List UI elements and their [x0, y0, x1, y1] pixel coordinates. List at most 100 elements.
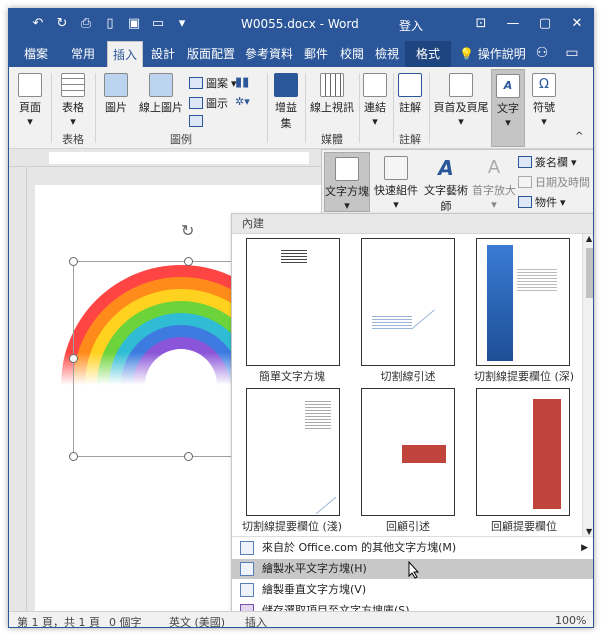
status-bar: 第 1 頁，共 1 頁 0 個字 英文 (美國) 插入 100% — [9, 611, 593, 627]
addins-button[interactable]: 增益集 — [271, 73, 301, 131]
resize-handle[interactable] — [69, 257, 78, 266]
picture-icon — [104, 73, 128, 97]
tab-home[interactable]: 常用 — [61, 41, 105, 67]
symbols-button[interactable]: Ω 符號 ▾ — [529, 73, 559, 128]
textbox-gallery: 內建 簡單文字方塊 切割線引述 切割線提要欄位 (深) 切割線提要欄位 (淺) … — [231, 213, 593, 627]
insert-mode[interactable]: 插入 — [245, 614, 267, 627]
tab-layout[interactable]: 版面配置 — [183, 41, 239, 67]
pages-button[interactable]: 頁面 ▾ — [15, 73, 45, 128]
tab-view[interactable]: 檢視 — [371, 41, 403, 67]
online-video-button[interactable]: 線上視訊 — [307, 73, 357, 115]
wordart-icon: A — [438, 156, 454, 180]
resize-handle[interactable] — [184, 452, 193, 461]
link-button[interactable]: 連結 ▾ — [361, 73, 389, 128]
screenshot-button[interactable] — [189, 115, 203, 127]
customize-qat-icon[interactable]: ▾ — [173, 15, 191, 33]
tab-format[interactable]: 格式 — [405, 41, 451, 67]
gallery-item-retrospect-sidebar[interactable] — [476, 388, 570, 516]
collapse-ribbon-icon[interactable]: ^ — [575, 131, 583, 142]
table-button[interactable]: 表格 ▾ — [57, 73, 89, 128]
textbox-button[interactable]: 文字方塊 ▾ — [324, 152, 370, 212]
vertical-ruler — [9, 167, 27, 611]
gallery-item-simple-textbox[interactable] — [246, 238, 340, 366]
tab-references[interactable]: 參考資料 — [241, 41, 297, 67]
page-count[interactable]: 第 1 頁，共 1 頁 — [17, 614, 100, 627]
gallery-item-sideline-sidebar-light[interactable] — [246, 388, 340, 516]
shapes-icon — [189, 77, 203, 89]
tab-design[interactable]: 設計 — [145, 41, 181, 67]
icons-icon: ✲▾ — [235, 95, 250, 108]
gallery-scrollbar[interactable]: ▲ ▼ — [582, 234, 593, 536]
table-icon — [61, 73, 85, 97]
gallery-item-label: 切割線引述 — [380, 370, 436, 383]
text-group-panel: 文字方塊▾ 快速組件▾ A 文字藝術師▾ A 首字放大▾ 簽名欄▾ 日期及時間 … — [321, 149, 593, 227]
resize-handle[interactable] — [184, 257, 193, 266]
more-textboxes-office-item[interactable]: 來自於 Office.com 的其他文字方塊(M) ▶ — [232, 538, 593, 558]
gallery-item-sideline-sidebar-dark[interactable] — [476, 238, 570, 366]
close-icon[interactable]: ✕ — [561, 9, 593, 39]
rotate-handle-icon[interactable]: ↻ — [181, 221, 194, 240]
user-icon[interactable]: ⚇ — [533, 45, 551, 63]
online-picture-button[interactable]: 線上圖片 — [135, 73, 187, 115]
submenu-arrow-icon: ▶ — [581, 543, 588, 553]
save-icon[interactable]: ▣ — [125, 15, 143, 33]
document-title: W0055.docx - Word — [241, 17, 359, 31]
gallery-item-sideline-quote[interactable] — [361, 238, 455, 366]
picture-button[interactable]: 圖片 — [101, 73, 131, 115]
header-footer-button[interactable]: 頁首及頁尾 ▾ — [433, 73, 489, 128]
scroll-down-icon[interactable]: ▼ — [586, 527, 592, 536]
signature-icon — [518, 156, 532, 168]
smartart-button[interactable]: 圖示 — [189, 95, 228, 111]
signature-line-button[interactable]: 簽名欄 ▾ — [518, 154, 577, 170]
maximize-icon[interactable]: ▢ — [529, 9, 561, 39]
new-document-icon[interactable]: ▯ — [101, 15, 119, 33]
date-time-button[interactable]: 日期及時間 — [518, 174, 590, 190]
resize-handle[interactable] — [69, 354, 78, 363]
redo-icon[interactable]: ↻ — [53, 15, 71, 33]
comments-icon[interactable]: ▭ — [563, 45, 581, 63]
quick-parts-button[interactable]: 快速組件 ▾ — [374, 156, 418, 211]
calendar-icon — [518, 176, 532, 188]
dropcap-button[interactable]: A 首字放大 ▾ — [472, 156, 516, 211]
tab-file[interactable]: 檔案 — [15, 41, 57, 67]
gallery-header: 內建 — [232, 214, 593, 234]
lightbulb-icon: 💡 — [459, 47, 474, 61]
print-preview-icon[interactable]: ⎙ — [77, 15, 95, 33]
gallery-item-retrospect-quote[interactable] — [361, 388, 455, 516]
link-icon — [363, 73, 387, 97]
minimize-icon[interactable]: — — [497, 9, 529, 39]
horizontal-textbox-icon — [240, 562, 254, 576]
scroll-up-icon[interactable]: ▲ — [586, 234, 592, 243]
ribbon-insert: 頁面 ▾ 表格 ▾ 表格 圖片 線上圖片 圖案 ▾ 圖示 ▮▮ ✲▾ 圖例 增益… — [9, 67, 593, 149]
gallery-item-label: 回顧引述 — [386, 520, 430, 533]
online-picture-icon — [149, 73, 173, 97]
undo-icon[interactable]: ↶ — [29, 15, 47, 33]
tell-me-box[interactable]: 💡 操作說明 — [459, 41, 526, 67]
open-icon[interactable]: ▭ — [149, 15, 167, 33]
vertical-textbox-icon — [240, 583, 254, 597]
object-button[interactable]: 物件 ▾ — [518, 194, 566, 210]
zoom-level[interactable]: 100% — [555, 614, 586, 627]
language-indicator[interactable]: 英文 (美國) — [169, 614, 225, 627]
ribbon-display-options-icon[interactable]: ⊡ — [465, 9, 497, 39]
word-count[interactable]: 0 個字 — [109, 614, 142, 627]
draw-vertical-textbox-item[interactable]: 繪製垂直文字方塊(V) — [232, 580, 593, 600]
store-icon — [274, 73, 298, 97]
text-button[interactable]: A 文字 ▾ — [491, 69, 525, 147]
tab-insert[interactable]: 插入 — [107, 41, 143, 67]
sign-in-link[interactable]: 登入 — [399, 17, 423, 34]
resize-handle[interactable] — [69, 452, 78, 461]
tab-mailings[interactable]: 郵件 — [299, 41, 333, 67]
object-icon — [518, 196, 532, 208]
shapes-button[interactable]: 圖案 ▾ — [189, 75, 237, 91]
comments-group-label: 註解 — [399, 133, 421, 146]
tell-me-label: 操作說明 — [477, 47, 526, 61]
icons-button[interactable]: ✲▾ — [235, 95, 250, 108]
chart-button[interactable]: ▮▮ — [235, 75, 249, 90]
omega-icon: Ω — [532, 73, 556, 97]
textbox-icon — [335, 157, 359, 181]
comment-button[interactable]: 註解 — [395, 73, 425, 115]
gallery-item-label: 切割線提要欄位 (深) — [473, 370, 575, 383]
tab-review[interactable]: 校閱 — [335, 41, 369, 67]
scrollbar-thumb[interactable] — [586, 248, 593, 298]
